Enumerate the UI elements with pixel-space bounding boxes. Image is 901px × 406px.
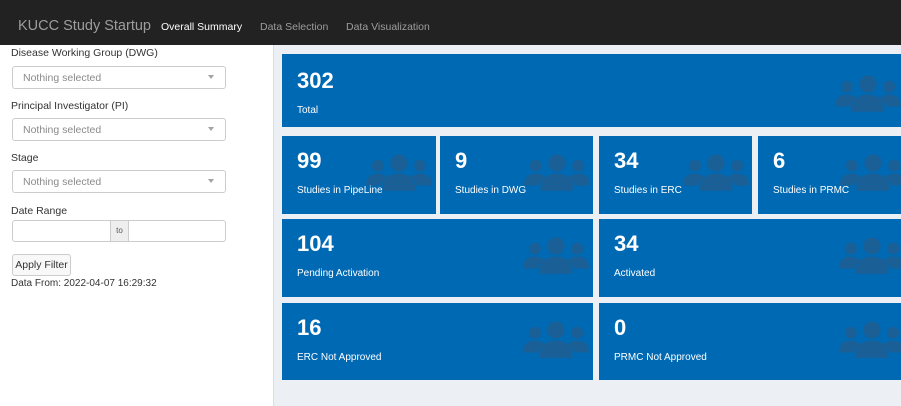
date-range-label: Date Range (11, 205, 68, 217)
users-icon (835, 72, 901, 112)
users-icon (839, 234, 901, 274)
users-icon (840, 151, 901, 191)
card-pipeline: 99 Studies in PipeLine (282, 136, 436, 214)
card-erc-value: 34 (614, 148, 639, 173)
card-prmc-not-approved: 0 PRMC Not Approved (599, 303, 901, 380)
filter-sidebar: Disease Working Group (DWG) Nothing sele… (0, 45, 273, 406)
app-brand[interactable]: KUCC Study Startup (18, 18, 151, 34)
pi-select[interactable]: Nothing selected (12, 118, 226, 141)
dwg-select-value: Nothing selected (23, 72, 102, 84)
card-dwg-label: Studies in DWG (455, 185, 527, 196)
card-erc-not-approved: 16 ERC Not Approved (282, 303, 593, 380)
dwg-filter-label: Disease Working Group (DWG) (11, 47, 158, 59)
card-pending-label: Pending Activation (297, 268, 380, 279)
card-pipeline-value: 99 (297, 148, 322, 173)
card-prmc-not-approved-value: 0 (614, 315, 627, 340)
navbar: KUCC Study Startup Overall Summary Data … (0, 0, 901, 45)
stage-select-value: Nothing selected (23, 176, 102, 188)
caret-down-icon (208, 179, 214, 183)
users-icon (839, 318, 901, 358)
card-total-value: 302 (297, 68, 334, 93)
card-activated-value: 34 (614, 231, 639, 256)
card-pending-value: 104 (297, 231, 334, 256)
caret-down-icon (208, 127, 214, 131)
date-end-input[interactable] (129, 221, 225, 241)
card-prmc-not-approved-label: PRMC Not Approved (614, 352, 707, 363)
pi-select-value: Nothing selected (23, 124, 102, 136)
card-erc: 34 Studies in ERC (599, 136, 752, 214)
date-start-input[interactable] (13, 221, 110, 241)
card-total: 302 Total (282, 54, 901, 127)
card-dwg-value: 9 (455, 148, 468, 173)
dwg-select[interactable]: Nothing selected (12, 66, 226, 89)
users-icon (524, 151, 590, 191)
card-erc-not-approved-label: ERC Not Approved (297, 352, 382, 363)
users-icon (366, 151, 432, 191)
card-erc-label: Studies in ERC (614, 185, 682, 196)
users-icon (683, 151, 749, 191)
data-from-timestamp: Data From: 2022-04-07 16:29:32 (11, 278, 157, 289)
card-erc-not-approved-value: 16 (297, 315, 322, 340)
card-total-label: Total (297, 105, 319, 116)
card-dwg: 9 Studies in DWG (440, 136, 593, 214)
date-range-input: to (12, 220, 226, 242)
tab-overall-summary[interactable]: Overall Summary (161, 21, 242, 33)
apply-filter-button[interactable]: Apply Filter (12, 254, 71, 276)
stage-select[interactable]: Nothing selected (12, 170, 226, 193)
caret-down-icon (208, 75, 214, 79)
tab-data-selection[interactable]: Data Selection (260, 21, 328, 33)
summary-panel: 302 Total 99 Studies in PipeLine 9 Studi… (273, 45, 901, 406)
card-prmc: 6 Studies in PRMC (758, 136, 901, 214)
card-activated: 34 Activated (599, 219, 901, 297)
card-activated-label: Activated (614, 268, 656, 279)
pi-filter-label: Principal Investigator (PI) (11, 100, 129, 112)
card-prmc-label: Studies in PRMC (773, 185, 850, 196)
users-icon (523, 318, 589, 358)
stage-filter-label: Stage (11, 152, 39, 164)
tab-data-visualization[interactable]: Data Visualization (346, 21, 430, 33)
date-range-separator: to (110, 221, 129, 241)
card-pending-activation: 104 Pending Activation (282, 219, 593, 297)
card-prmc-value: 6 (773, 148, 786, 173)
users-icon (523, 234, 589, 274)
